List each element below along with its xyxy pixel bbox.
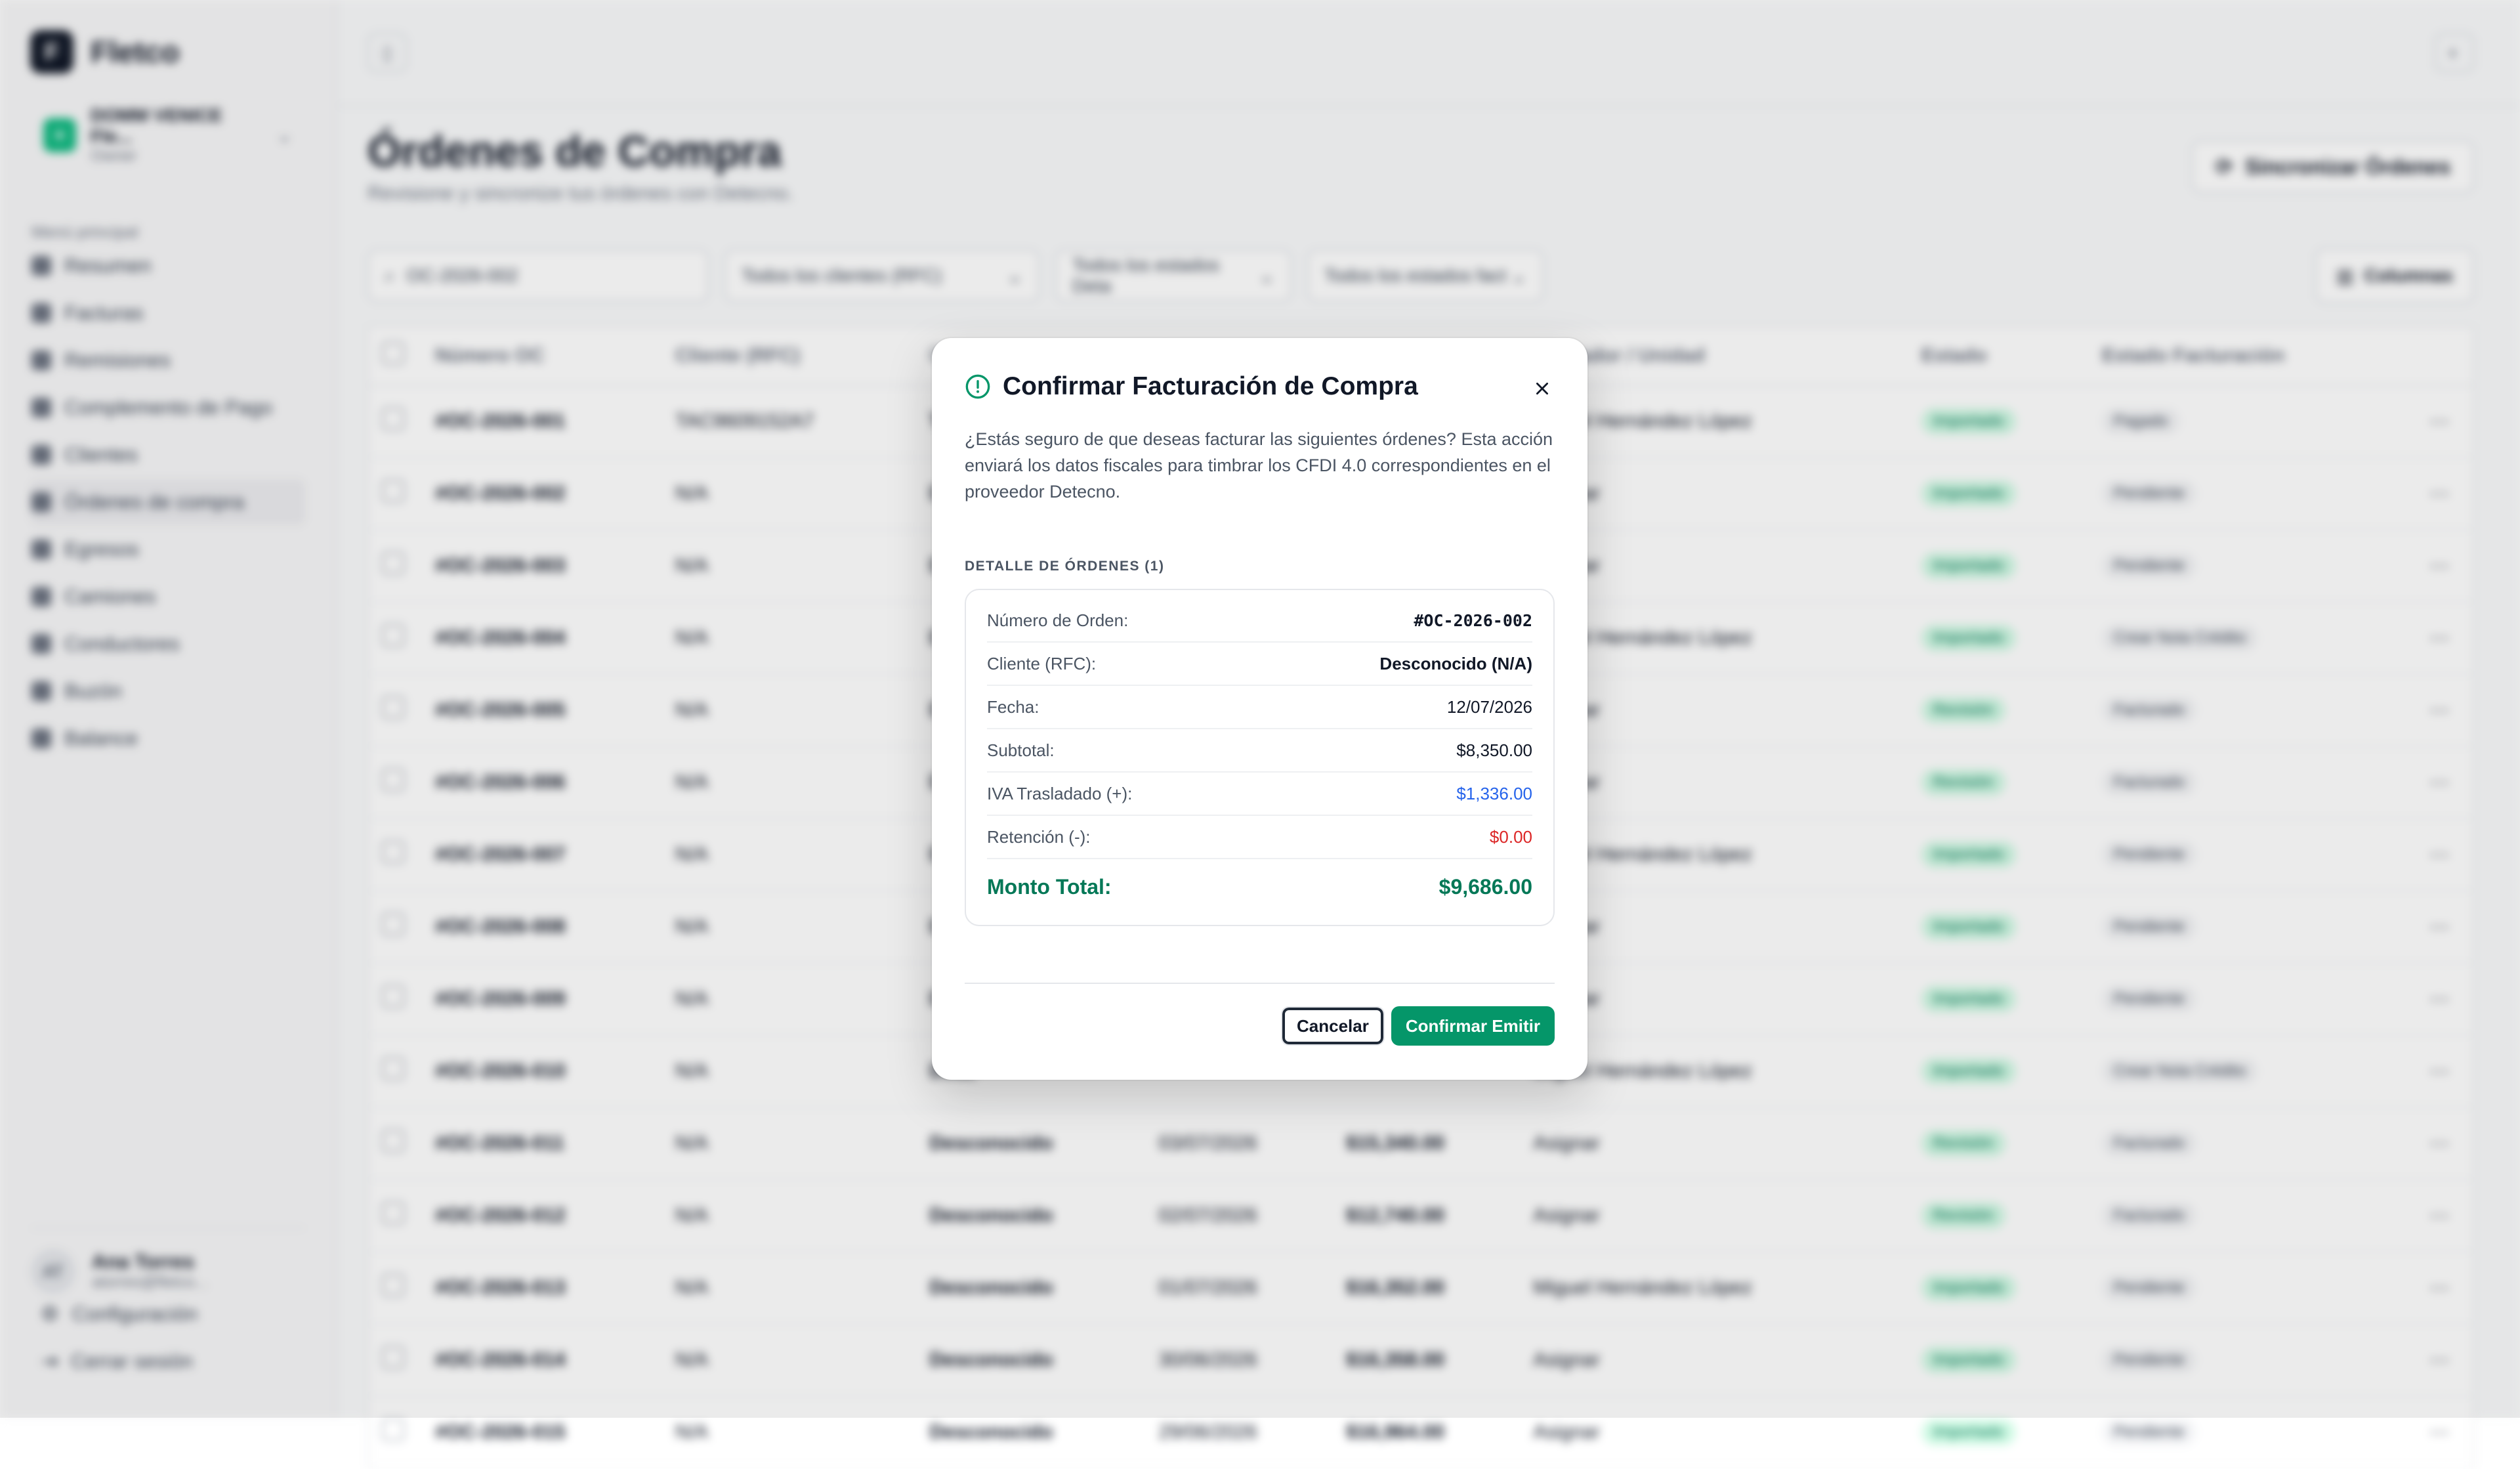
cell-client-value: Desconocido xyxy=(929,1421,1053,1443)
client-value: Desconocido (N/A) xyxy=(1379,653,1532,673)
confirm-billing-dialog: Confirmar Facturación de Compra ¿Estás s… xyxy=(932,338,1587,1080)
total-value: $9,686.00 xyxy=(1438,874,1532,899)
total-label: Monto Total: xyxy=(987,874,1112,899)
iva-label: IVA Trasladado (+): xyxy=(987,783,1133,803)
retention-label: Retención (-): xyxy=(987,826,1091,847)
iva-value: $1,336.00 xyxy=(1456,783,1532,803)
order-number-label: Número de Orden: xyxy=(987,610,1129,630)
close-icon xyxy=(1536,383,1548,394)
date-label: Fecha: xyxy=(987,696,1040,717)
cell-date-value: 29/06/2026 xyxy=(1158,1421,1257,1443)
alert-circle-icon xyxy=(965,374,990,399)
close-button[interactable] xyxy=(1524,371,1560,406)
confirm-emit-button[interactable]: Confirmar Emitir xyxy=(1391,1006,1555,1046)
retention-value: $0.00 xyxy=(1489,826,1532,847)
footer-divider xyxy=(965,983,1555,984)
subtotal-label: Subtotal: xyxy=(987,740,1055,760)
client-label: Cliente (RFC): xyxy=(987,653,1097,673)
dialog-footer: Cancelar Confirmar Emitir xyxy=(1281,1006,1555,1046)
row-checkbox[interactable] xyxy=(382,1418,404,1441)
detail-row-total: Monto Total: $9,686.00 xyxy=(987,859,1532,914)
cell-status-value: Importado xyxy=(1921,1419,2016,1445)
order-number-value: #OC-2026-002 xyxy=(1414,610,1532,630)
order-details-card: Número de Orden: #OC-2026-002 Cliente (R… xyxy=(965,589,1555,926)
dialog-header: Confirmar Facturación de Compra xyxy=(965,372,1555,401)
dialog-description: ¿Estás seguro de que deseas facturar las… xyxy=(965,429,1553,501)
detail-row-order-number: Número de Orden: #OC-2026-002 xyxy=(987,599,1532,643)
cell-op-value: Asignar xyxy=(1533,1421,1601,1443)
cell-oc-value: #OC-2026-015 xyxy=(435,1421,566,1443)
date-value: 12/07/2026 xyxy=(1446,696,1532,717)
cancel-button[interactable]: Cancelar xyxy=(1281,1006,1385,1046)
dialog-title: Confirmar Facturación de Compra xyxy=(1003,372,1418,400)
cell-billing-value: Pendiente xyxy=(2101,1419,2196,1445)
cell-rfc-value: N/A xyxy=(675,1421,709,1443)
detail-row-date: Fecha: 12/07/2026 xyxy=(987,686,1532,729)
detail-row-iva: IVA Trasladado (+): $1,336.00 xyxy=(987,773,1532,816)
detail-row-client: Cliente (RFC): Desconocido (N/A) xyxy=(987,643,1532,686)
subtotal-value: $8,350.00 xyxy=(1456,740,1532,760)
detail-row-retention: Retención (-): $0.00 xyxy=(987,816,1532,859)
detail-row-subtotal: Subtotal: $8,350.00 xyxy=(987,729,1532,773)
order-details-heading: DETALLE DE ÓRDENES (1) xyxy=(965,559,1165,574)
cell-amount-value: $16,964.00 xyxy=(1345,1421,1445,1443)
